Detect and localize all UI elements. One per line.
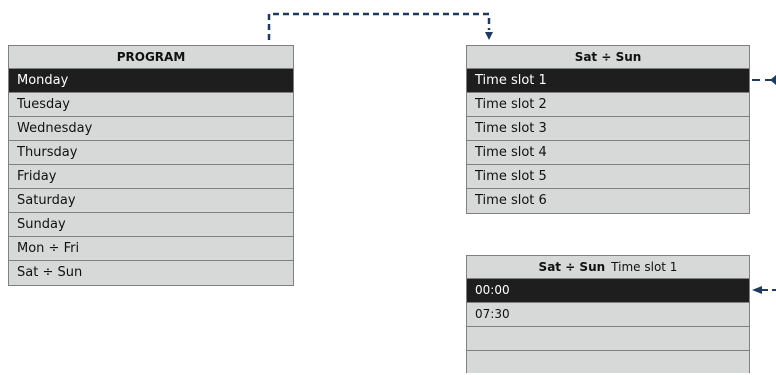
program-item-wednesday[interactable]: Wednesday (9, 117, 293, 141)
satsun-menu: Sat ÷ Sun Time slot 1 Time slot 2 Time s… (466, 45, 750, 214)
dashed-connector-arrow (267, 12, 493, 40)
program-item-sunday[interactable]: Sunday (9, 213, 293, 237)
time-end-item[interactable]: 07:30 (467, 303, 749, 327)
program-item-sat-sun[interactable]: Sat ÷ Sun (9, 261, 293, 285)
right-pointer-arrow (752, 75, 776, 85)
program-title-label: PROGRAM (116, 50, 186, 64)
program-item-tuesday[interactable]: Tuesday (9, 93, 293, 117)
program-menu-title: PROGRAM (9, 46, 293, 69)
timeslot-title-normal: Time slot 1 (611, 260, 678, 274)
time-empty-item-2[interactable] (467, 351, 749, 375)
satsun-title-label: Sat ÷ Sun (574, 50, 642, 64)
time-slot-6-item[interactable]: Time slot 6 (467, 189, 749, 213)
timeslot-menu: Sat ÷ Sun Time slot 1 00:00 07:30 (466, 255, 750, 373)
timeslot-title-bold: Sat ÷ Sun (538, 260, 606, 274)
time-slot-4-item[interactable]: Time slot 4 (467, 141, 749, 165)
left-pointer-arrow (752, 286, 776, 294)
program-item-friday[interactable]: Friday (9, 165, 293, 189)
time-empty-item-1[interactable] (467, 327, 749, 351)
time-slot-3-item[interactable]: Time slot 3 (467, 117, 749, 141)
time-slot-5-item[interactable]: Time slot 5 (467, 165, 749, 189)
time-start-item[interactable]: 00:00 (467, 279, 749, 303)
timeslot-menu-title: Sat ÷ Sun Time slot 1 (467, 256, 749, 279)
program-item-saturday[interactable]: Saturday (9, 189, 293, 213)
program-item-monday[interactable]: Monday (9, 69, 293, 93)
time-slot-1-item[interactable]: Time slot 1 (467, 69, 749, 93)
program-menu: PROGRAM Monday Tuesday Wednesday Thursda… (8, 45, 294, 286)
satsun-menu-title: Sat ÷ Sun (467, 46, 749, 69)
time-slot-2-item[interactable]: Time slot 2 (467, 93, 749, 117)
program-item-mon-fri[interactable]: Mon ÷ Fri (9, 237, 293, 261)
program-item-thursday[interactable]: Thursday (9, 141, 293, 165)
